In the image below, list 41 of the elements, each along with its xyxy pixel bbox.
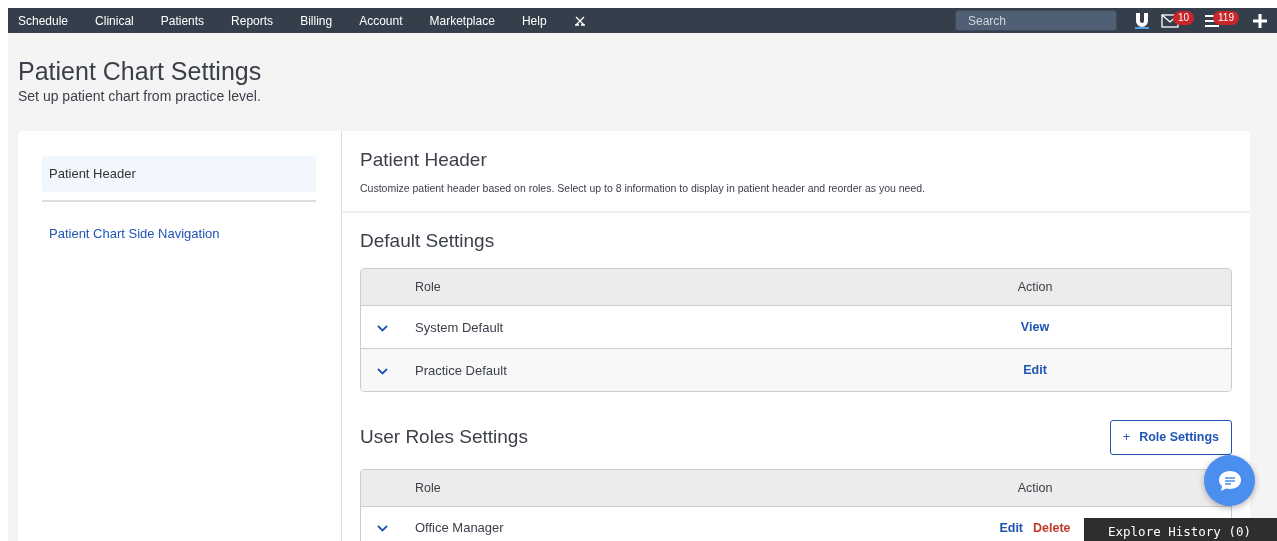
page-subtitle: Set up patient chart from practice level. [17,87,262,106]
plus-icon: + [1122,430,1131,445]
section-title: Patient Header [360,149,488,172]
nav-link-item[interactable]: Clinical [95,11,134,30]
role-name: Office Manager [415,520,504,536]
chevron-down-icon[interactable] [377,525,388,533]
action-link[interactable]: Edit [999,518,1024,538]
nav-link-item[interactable]: Schedule [18,11,69,30]
chat-icon [1216,468,1243,493]
notification-badge: 119 [1213,10,1239,25]
role-name: System Default [415,319,504,335]
close-icon[interactable] [573,14,586,27]
search-field[interactable]: Search [955,10,1117,31]
sidebar-item[interactable]: Patient Header [42,156,316,192]
nav-link-item[interactable]: Help [521,11,547,30]
notification-badge: 10 [1173,10,1195,25]
column-header: Action [1017,278,1053,296]
action-link[interactable]: Edit [1023,360,1047,380]
nav-link-item[interactable]: Reports [231,11,274,30]
column-header: Action [1017,479,1053,497]
action-link[interactable]: Delete [1033,518,1071,538]
nav-link-item[interactable]: Account [359,11,403,30]
chevron-down-icon[interactable] [377,324,388,332]
action-link[interactable]: View [1020,317,1050,337]
sidebar-item[interactable]: Patient Chart Side Navigation [42,215,316,251]
settings-heading: Default Settings [360,229,495,253]
nav-link-item[interactable]: Billing [300,11,333,30]
explore-history-button[interactable]: Explore History (0) [1084,518,1277,541]
nav-link-item[interactable]: Patients [160,11,205,30]
logo-icon[interactable] [1135,12,1149,29]
column-header: Role [415,278,442,296]
role-settings-button[interactable]: + Role Settings [1109,420,1232,456]
nav-link-item[interactable]: Marketplace [429,11,495,30]
settings-heading: User Roles Settings [360,426,528,450]
role-name: Practice Default [415,362,507,378]
section-description: Customize patient header based on roles. Select up to 8 information to display in patient header and reorder as you need. [360,180,927,196]
page-title: Patient Chart Settings [17,56,263,86]
column-header: Role [415,479,442,497]
mail-icon[interactable] [1161,13,1179,28]
chevron-down-icon[interactable] [377,367,388,375]
add-icon[interactable] [1253,13,1267,28]
